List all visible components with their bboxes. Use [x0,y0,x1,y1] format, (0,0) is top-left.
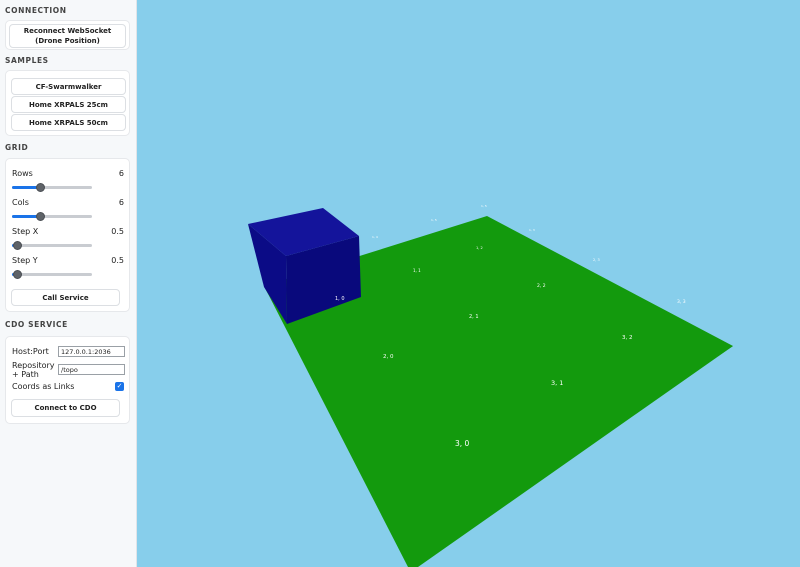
connection-section-title: CONNECTION [5,6,67,15]
rows-label: Rows [12,169,33,178]
step-y-label: Step Y [12,256,38,265]
cols-slider-thumb[interactable] [36,212,45,221]
cols-value: 6 [118,198,124,207]
cdo-section-title: CDO SERVICE [5,320,68,329]
step-x-value: 0.5 [111,227,124,236]
host-port-label: Host:Port [12,347,49,356]
rows-value: 6 [118,169,124,178]
coord-label: 3, 2 [622,335,633,341]
sidebar: CONNECTION Reconnect WebSocket (Drone Po… [0,0,137,567]
coord-label: 1, 5 [431,218,437,222]
coord-label: 1, 4 [372,235,378,239]
grid-card: Rows 6 Cols 6 Step X 0.5 Step Y 0.5 Call… [5,158,130,312]
cols-label: Cols [12,198,29,207]
coord-label: 2, 2 [537,283,546,289]
rows-slider[interactable] [12,183,92,192]
connect-to-cdo-button[interactable]: Connect to CDO [11,399,120,417]
coord-label: 1, 2 [476,246,483,250]
step-y-slider-thumb[interactable] [13,270,22,279]
coord-label: 2, 0 [383,354,394,360]
host-port-input[interactable] [58,346,125,357]
sample-home-xrpals-50cm-button[interactable]: Home XRPALS 50cm [11,114,126,131]
step-y-slider[interactable] [12,270,92,279]
samples-card: CF-Swarmwalker Home XRPALS 25cm Home XRP… [5,70,130,136]
repository-path-label: Repository + Path [12,361,55,379]
call-service-button[interactable]: Call Service [11,289,120,306]
sample-home-xrpals-25cm-button[interactable]: Home XRPALS 25cm [11,96,126,113]
coord-label: 1, 1 [413,268,421,273]
step-y-value: 0.5 [111,256,124,265]
reconnect-websocket-button[interactable]: Reconnect WebSocket (Drone Position) [9,24,126,48]
scene-canvas[interactable]: 3, 0 2, 0 1, 0 3, 1 2, 1 1, 1 3, 2 2, 2 … [137,0,800,567]
step-x-slider[interactable] [12,241,92,250]
grid-section-title: GRID [5,143,29,152]
coord-label: 3, 1 [551,379,563,387]
repository-path-input[interactable] [58,364,125,375]
connection-card: Reconnect WebSocket (Drone Position) [5,20,130,50]
coord-label: 3, 0 [455,439,470,448]
rows-slider-thumb[interactable] [36,183,45,192]
coord-label: 1, 5 [481,204,487,208]
coords-as-links-checkbox[interactable]: ✓ [115,382,124,391]
3d-viewport[interactable]: 3, 0 2, 0 1, 0 3, 1 2, 1 1, 1 3, 2 2, 2 … [137,0,800,567]
step-x-slider-thumb[interactable] [13,241,22,250]
cdo-card: Host:Port Repository + Path Coords as Li… [5,336,130,424]
coord-label: 2, 3 [593,258,600,262]
coord-label: 2, 1 [469,314,479,320]
step-x-label: Step X [12,227,39,236]
sample-cf-swarmwalker-button[interactable]: CF-Swarmwalker [11,78,126,95]
coord-label: 1, 3 [529,228,535,232]
samples-section-title: SAMPLES [5,56,49,65]
coord-label: 3, 3 [677,299,686,305]
coord-label: 1, 0 [335,296,345,302]
cols-slider[interactable] [12,212,92,221]
coords-as-links-label: Coords as Links [12,382,75,391]
